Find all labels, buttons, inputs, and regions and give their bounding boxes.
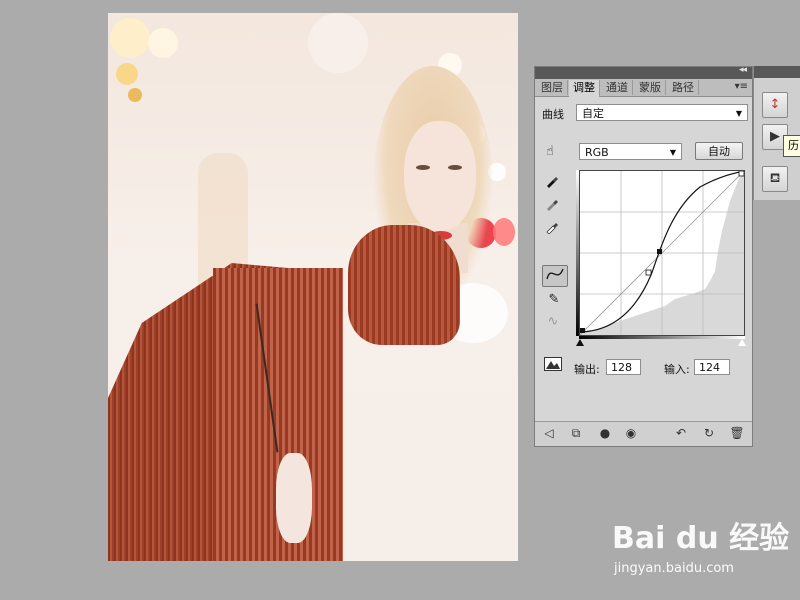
clip-layer-icon[interactable]: ● (597, 425, 613, 441)
left-eye (416, 165, 430, 170)
curves-title: 曲线 (542, 108, 564, 121)
clone-stamp-icon[interactable]: ⛾ (762, 166, 788, 192)
watermark-url: jingyan.baidu.com (614, 561, 734, 576)
right-dock: ↕ ▶ ⛾ (753, 66, 800, 200)
collapse-panel-icon[interactable]: ◂◂ (739, 65, 747, 75)
curve-endpoint-white[interactable] (738, 170, 745, 177)
baidu-jingyan-watermark: Bai du 经验 jingyan.baidu.com (612, 513, 792, 583)
target-adjust-icon[interactable]: ☝ (541, 143, 559, 161)
tab-paths[interactable]: 路径 (668, 80, 699, 95)
panel-footer: ◁ ⧉ ● ◉ ↶ ↻ 🗑 (535, 421, 752, 446)
channel-dropdown[interactable]: RGB ▼ (579, 143, 682, 160)
bokeh-light (116, 63, 138, 85)
chevron-down-icon: ▼ (669, 148, 676, 157)
previous-state-icon[interactable]: ↶ (673, 425, 689, 441)
bokeh-light (128, 88, 142, 102)
adjustments-panel: ◂◂ 图层 调整 通道 蒙版 路径 ▾≡ 曲线 自定 ▼ ☝ RGB ▼ 自动 … (534, 65, 753, 447)
chevron-down-icon: ▼ (735, 109, 742, 118)
turtleneck-collar (348, 225, 460, 345)
input-label: 输入: (664, 363, 690, 376)
trash-icon[interactable]: 🗑 (729, 425, 745, 441)
preset-value: 自定 (582, 107, 604, 120)
watermark-brand: Bai du 经验 (612, 521, 790, 556)
curve-graph[interactable] (579, 170, 745, 336)
bokeh-light (110, 18, 150, 58)
input-gradient-bar (579, 336, 745, 339)
pencil-tool-icon[interactable]: ✎ (545, 291, 563, 309)
curve-endpoint-black[interactable] (580, 328, 585, 333)
back-arrow-icon[interactable]: ◁ (541, 425, 557, 441)
preset-dropdown[interactable]: 自定 ▼ (576, 104, 748, 121)
auto-button[interactable]: 自动 (695, 142, 743, 160)
bokeh-light (148, 28, 178, 58)
hand (276, 453, 312, 543)
curve-tool-icon[interactable] (542, 265, 568, 287)
curve-point-active[interactable] (657, 249, 662, 254)
face (404, 121, 476, 231)
panel-tab-row: 图层 调整 通道 蒙版 路径 ▾≡ (535, 79, 752, 97)
channel-value: RGB (585, 146, 609, 159)
output-label: 输出: (574, 363, 600, 376)
eyedropper-gray-icon[interactable] (543, 197, 561, 215)
panel-menu-icon[interactable]: ▾≡ (735, 79, 748, 95)
canvas-photo[interactable] (108, 13, 518, 561)
curve-graph-svg (579, 170, 745, 336)
input-field[interactable]: 124 (694, 359, 730, 375)
eyedropper-black-icon[interactable] (543, 174, 561, 192)
adjustments-panel-icon[interactable]: ↕ (762, 92, 788, 118)
tab-adjustments[interactable]: 调整 (569, 80, 600, 97)
right-eye (448, 165, 462, 170)
smooth-icon[interactable]: ∿ (544, 313, 562, 331)
curve-point[interactable] (645, 269, 652, 276)
output-field[interactable]: 128 (606, 359, 641, 375)
output-gradient-bar (576, 170, 579, 336)
visibility-eye-icon[interactable]: ◉ (623, 425, 639, 441)
black-point-slider[interactable] (576, 339, 584, 346)
tab-layers[interactable]: 图层 (537, 80, 568, 95)
tab-channels[interactable]: 通道 (602, 80, 633, 95)
tab-masks[interactable]: 蒙版 (635, 80, 666, 95)
panel-title-strip: ◂◂ (535, 65, 752, 79)
white-point-slider[interactable] (738, 339, 746, 346)
reset-icon[interactable]: ↻ (701, 425, 717, 441)
history-tooltip: 历 (783, 135, 800, 157)
bokeh-light (493, 218, 515, 246)
dock-title-strip (754, 66, 800, 78)
eyedropper-white-icon[interactable] (543, 220, 561, 238)
clip-warning-icon[interactable] (542, 357, 564, 375)
bokeh-light (308, 13, 368, 73)
expand-view-icon[interactable]: ⧉ (568, 425, 584, 441)
